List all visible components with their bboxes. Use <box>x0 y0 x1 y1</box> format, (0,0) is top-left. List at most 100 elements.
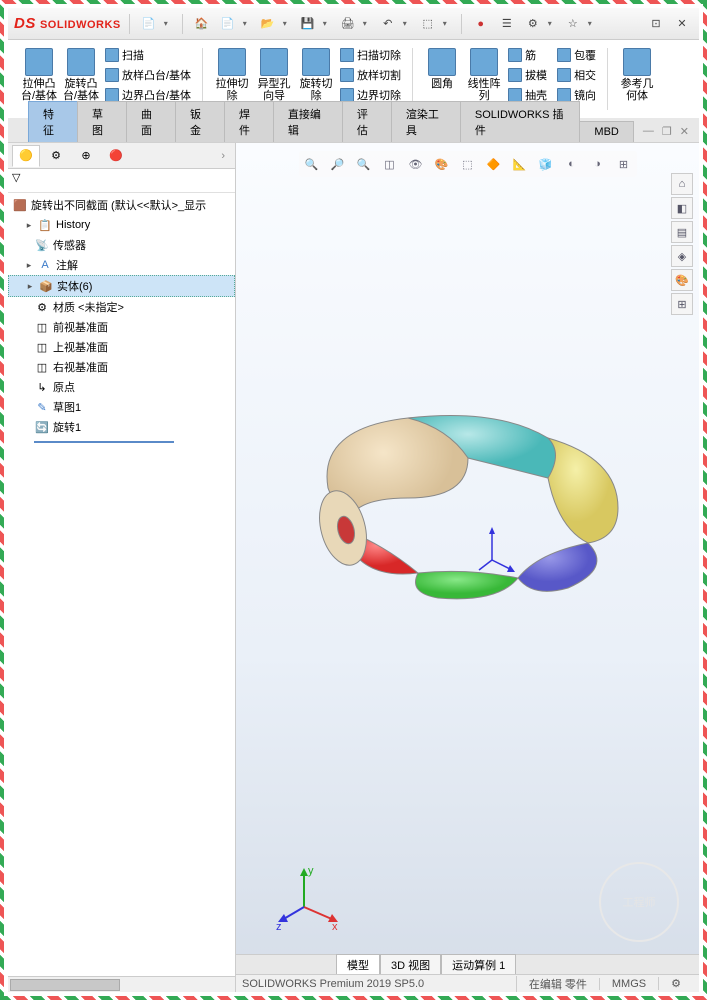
revolve-boss-button[interactable]: 旋转凸台/基体 <box>60 46 102 104</box>
resources-icon[interactable]: ⌂ <box>671 173 693 195</box>
zoom-fit-icon[interactable]: 🔍 <box>301 153 323 175</box>
new-icon[interactable]: 📄 <box>217 13 239 35</box>
tree-rollback-bar[interactable] <box>34 441 174 443</box>
tab-surface[interactable]: 曲面 <box>126 101 176 142</box>
tree-hscroll[interactable] <box>8 976 235 992</box>
tab-mbd[interactable]: MBD <box>579 121 633 142</box>
tab-weldment[interactable]: 焊件 <box>224 101 274 142</box>
tree-item[interactable]: ⚙材质 <未指定> <box>8 297 235 317</box>
tab-addins[interactable]: SOLIDWORKS 插件 <box>460 101 581 142</box>
custom-prop-icon[interactable]: ⊞ <box>671 293 693 315</box>
display-style-icon[interactable]: 🎨 <box>431 153 453 175</box>
bottom-tabs: 模型 3D 视图 运动算例 1 <box>236 954 699 974</box>
tree-collapse-icon[interactable]: › <box>215 150 231 162</box>
hide-show-icon[interactable]: ⬚ <box>457 153 479 175</box>
undo-icon[interactable]: ↶ <box>377 13 399 35</box>
tree-item-selected[interactable]: ▸📦实体(6) <box>8 275 235 297</box>
zoom-prev-icon[interactable]: 🔍 <box>353 153 375 175</box>
status-bar: SOLIDWORKS Premium 2019 SP5.0 在编辑 零件 MMG… <box>236 974 699 992</box>
tree-item[interactable]: ▸A注解 <box>8 255 235 275</box>
save-icon[interactable]: 💾 <box>297 13 319 35</box>
status-custom-icon[interactable]: ⚙ <box>658 977 693 990</box>
tab-evaluate[interactable]: 评估 <box>342 101 392 142</box>
loft-button[interactable]: 放样凸台/基体 <box>102 66 194 84</box>
rebuild-icon[interactable]: ● <box>470 13 492 35</box>
filter-icon[interactable]: ▽ <box>12 171 28 187</box>
wrap-button[interactable]: 包覆 <box>554 46 599 64</box>
status-units[interactable]: MMGS <box>599 978 658 990</box>
options-icon[interactable]: ☰ <box>496 13 518 35</box>
loft-cut-button[interactable]: 放样切割 <box>337 66 404 84</box>
tree-tab-display-icon[interactable]: 🔴 <box>102 145 130 167</box>
star-icon[interactable]: ☆ <box>562 13 584 35</box>
view-toolbar: 🔍 🔎 🔍 ◫ 👁 🎨 ⬚ 🔶 📐 🧊 ◐ ◑ ⊞ <box>299 151 637 177</box>
tree-tab-property-icon[interactable]: ⚙ <box>42 145 70 167</box>
tab-sketch[interactable]: 草图 <box>77 101 127 142</box>
tree-item[interactable]: 🔄旋转1 <box>8 417 235 437</box>
draft-button[interactable]: 拔模 <box>505 66 550 84</box>
minimize-pane-icon[interactable]: — <box>643 125 654 138</box>
extrude-cut-button[interactable]: 拉伸切除 <box>211 46 253 104</box>
section-icon[interactable]: ◫ <box>379 153 401 175</box>
tab-model[interactable]: 模型 <box>336 954 380 976</box>
svg-text:y: y <box>308 865 314 877</box>
view-orient-icon[interactable]: 👁 <box>405 153 427 175</box>
tab-motion[interactable]: 运动算例 1 <box>441 954 516 976</box>
edit-appearance-icon[interactable]: 🔶 <box>483 153 505 175</box>
ribbon: 拉伸凸台/基体 旋转凸台/基体 扫描 放样凸台/基体 边界凸台/基体 拉伸切除 … <box>8 40 699 143</box>
zoom-area-icon[interactable]: 🔎 <box>327 153 349 175</box>
view-setting-icon[interactable]: 🧊 <box>535 153 557 175</box>
home-icon[interactable]: 🏠 <box>191 13 213 35</box>
tree-item[interactable]: 📡传感器 <box>8 235 235 255</box>
design-lib-icon[interactable]: ◧ <box>671 197 693 219</box>
open-icon[interactable]: 📂 <box>257 13 279 35</box>
tree-root[interactable]: 🟫旋转出不同截面 (默认<<默认>_显示 <box>8 195 235 215</box>
tab-sheetmetal[interactable]: 钣金 <box>175 101 225 142</box>
view-palette-icon[interactable]: ◈ <box>671 245 693 267</box>
grid-icon[interactable]: ⊞ <box>613 153 635 175</box>
hole-wizard-button[interactable]: 异型孔向导 <box>253 46 295 104</box>
tab-render[interactable]: 渲染工具 <box>391 101 461 142</box>
task-pane: ⌂ ◧ ▤ ◈ 🎨 ⊞ <box>671 173 693 315</box>
appearance-icon[interactable]: 🎨 <box>671 269 693 291</box>
cartoon-icon[interactable]: ◑ <box>587 153 609 175</box>
intersect-button[interactable]: 相交 <box>554 66 599 84</box>
extrude-boss-button[interactable]: 拉伸凸台/基体 <box>18 46 60 104</box>
close-icon[interactable]: ✕ <box>671 13 693 35</box>
settings-icon[interactable]: ⚙ <box>522 13 544 35</box>
help-icon[interactable]: ⊡ <box>645 13 667 35</box>
svg-text:x: x <box>332 921 338 932</box>
sweep-button[interactable]: 扫描 <box>102 46 194 64</box>
tree-item[interactable]: ◫上视基准面 <box>8 337 235 357</box>
fillet-button[interactable]: 圆角 <box>421 46 463 104</box>
file-explorer-icon[interactable]: ▤ <box>671 221 693 243</box>
tree-item[interactable]: ◫右视基准面 <box>8 357 235 377</box>
apply-scene-icon[interactable]: 📐 <box>509 153 531 175</box>
tree-tab-feature-icon[interactable]: 🟡 <box>12 145 40 167</box>
graphics-viewport[interactable]: 🔍 🔎 🔍 ◫ 👁 🎨 ⬚ 🔶 📐 🧊 ◐ ◑ ⊞ ⌂ ◧ ▤ ◈ 🎨 <box>236 143 699 992</box>
view-triad-icon[interactable]: y x z <box>274 862 344 932</box>
perspective-icon[interactable]: ◐ <box>561 153 583 175</box>
print-icon[interactable]: 🖨 <box>337 13 359 35</box>
tab-features[interactable]: 特征 <box>28 101 78 142</box>
tree-item[interactable]: ✎草图1 <box>8 397 235 417</box>
select-icon[interactable]: ⬚ <box>417 13 439 35</box>
tab-direct-edit[interactable]: 直接编辑 <box>273 101 343 142</box>
tab-3dview[interactable]: 3D 视图 <box>380 954 441 976</box>
tree-tab-config-icon[interactable]: ⊕ <box>72 145 100 167</box>
ref-geometry-button[interactable]: 参考几何体 <box>616 46 658 104</box>
app-logo: DS SOLIDWORKS <box>14 15 121 32</box>
ribbon-tabs: 特征 草图 曲面 钣金 焊件 直接编辑 评估 渲染工具 SOLIDWORKS 插… <box>8 118 699 142</box>
restore-pane-icon[interactable]: ❐ <box>662 125 672 138</box>
menu-file-icon[interactable]: 📄 <box>138 13 160 35</box>
revolve-cut-button[interactable]: 旋转切除 <box>295 46 337 104</box>
linear-pattern-button[interactable]: 线性阵列 <box>463 46 505 104</box>
model-torus[interactable] <box>268 368 648 648</box>
sweep-cut-button[interactable]: 扫描切除 <box>337 46 404 64</box>
tree-item[interactable]: ▸📋History <box>8 215 235 235</box>
tree-item[interactable]: ◫前视基准面 <box>8 317 235 337</box>
tree-item[interactable]: ↳原点 <box>8 377 235 397</box>
rib-button[interactable]: 筋 <box>505 46 550 64</box>
close-pane-icon[interactable]: ✕ <box>680 125 689 138</box>
dropdown-icon[interactable]: ▾ <box>164 19 174 28</box>
